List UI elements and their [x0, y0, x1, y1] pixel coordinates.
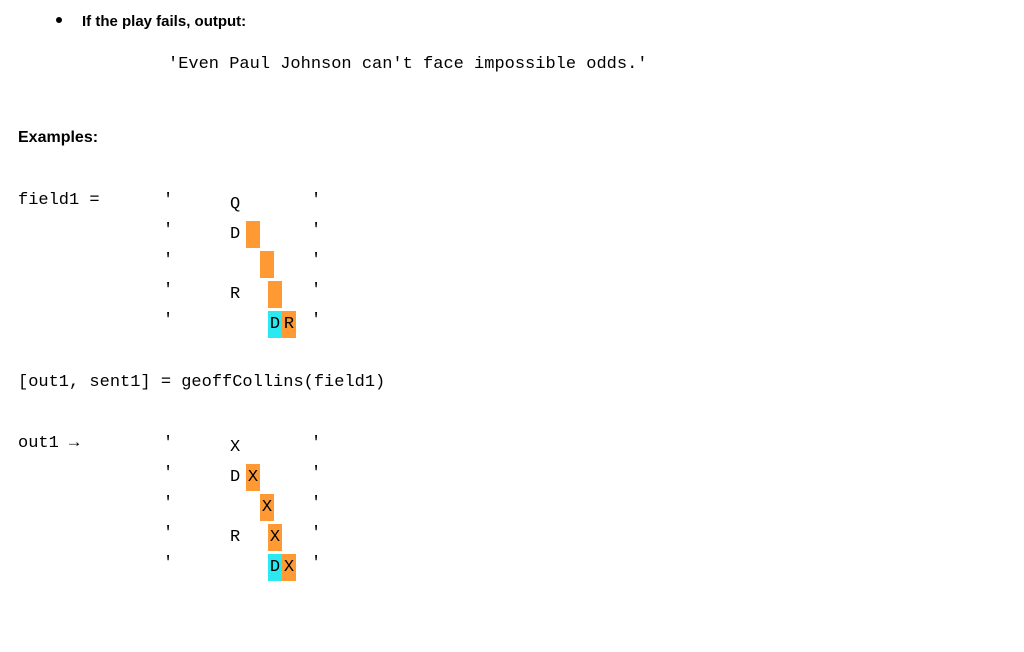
matrix-highlight-cell: X	[260, 494, 274, 521]
row-close-quote: '	[311, 554, 322, 573]
row-open-quote: '	[163, 524, 174, 543]
matrix-row: ' Q '	[0, 191, 321, 221]
matrix-plain-char: R	[230, 285, 241, 304]
matrix-highlight-cell: R	[282, 311, 296, 338]
matrix-plain-char: D	[230, 225, 241, 244]
row-open-quote: '	[163, 311, 174, 330]
function-call-line: [out1, sent1] = geoffCollins(field1)	[18, 373, 386, 392]
matrix-highlight-cell: D	[268, 311, 282, 338]
matrix-plain-char: D	[230, 468, 241, 487]
matrix-highlight-cell: X	[282, 554, 296, 581]
row-open-quote: '	[163, 434, 174, 453]
row-close-quote: '	[311, 311, 322, 330]
matrix-row: ' R '	[0, 281, 321, 311]
row-close-quote: '	[311, 281, 322, 300]
examples-heading: Examples:	[18, 129, 99, 146]
row-close-quote: '	[311, 494, 322, 513]
matrix-row: ' X '	[0, 434, 321, 464]
matrix-row: ' D R '	[0, 311, 321, 341]
matrix-plain-char: R	[230, 528, 241, 547]
matrix-row: ' X '	[0, 494, 321, 524]
matrix-plain-char: Q	[230, 195, 241, 214]
row-close-quote: '	[311, 434, 322, 453]
bullet-dot-icon	[56, 17, 62, 23]
matrix-highlight-cell: D	[268, 554, 282, 581]
row-open-quote: '	[163, 221, 174, 240]
row-open-quote: '	[163, 281, 174, 300]
row-close-quote: '	[311, 464, 322, 483]
row-open-quote: '	[163, 191, 174, 210]
row-open-quote: '	[163, 251, 174, 270]
bullet-item-label: If the play fails, output:	[82, 13, 247, 30]
failure-output-text: 'Even Paul Johnson can't face impossible…	[168, 55, 648, 74]
matrix-plain-char: X	[230, 438, 241, 457]
row-close-quote: '	[311, 191, 322, 210]
row-close-quote: '	[311, 221, 322, 240]
matrix-highlight-cell	[268, 281, 282, 308]
row-open-quote: '	[163, 494, 174, 513]
row-close-quote: '	[311, 524, 322, 543]
matrix-row: ' D '	[0, 221, 321, 251]
matrix-row: ' R X '	[0, 524, 321, 554]
bullet-list-item: If the play fails, output:	[56, 13, 246, 31]
row-open-quote: '	[163, 554, 174, 573]
row-open-quote: '	[163, 464, 174, 483]
matrix-highlight-cell: X	[268, 524, 282, 551]
matrix-highlight-cell: X	[246, 464, 260, 491]
matrix-highlight-cell	[246, 221, 260, 248]
matrix-row: ' '	[0, 251, 321, 281]
matrix-highlight-cell	[260, 251, 274, 278]
matrix-row: ' D X '	[0, 554, 321, 584]
matrix-row: ' D X '	[0, 464, 321, 494]
row-close-quote: '	[311, 251, 322, 270]
